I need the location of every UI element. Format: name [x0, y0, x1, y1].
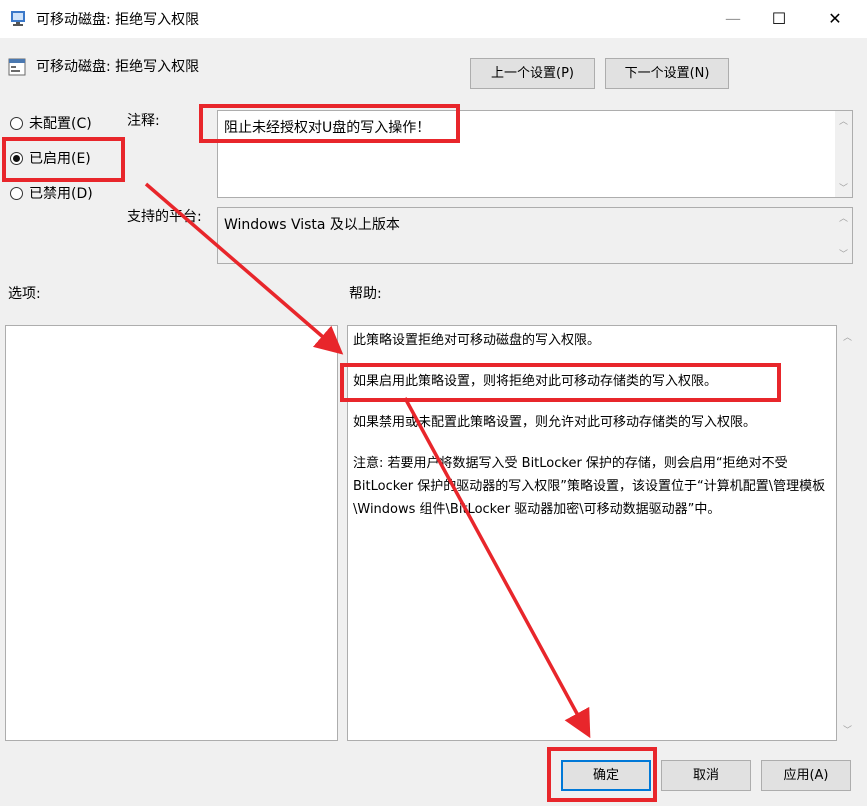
- platform-label: 支持的平台:: [127, 209, 202, 225]
- highlight-box-ok: [547, 747, 657, 802]
- policy-window-icon: [11, 11, 25, 26]
- platform-scrollbar[interactable]: ︿ ﹀: [835, 208, 852, 263]
- options-panel: [5, 325, 338, 741]
- apply-button[interactable]: 应用(A): [761, 760, 851, 791]
- policy-title: 可移动磁盘: 拒绝写入权限: [36, 59, 200, 75]
- previous-setting-button[interactable]: 上一个设置(P): [470, 58, 595, 89]
- highlight-box-comment: [199, 104, 460, 143]
- radio-disabled-label: 已禁用(D): [29, 186, 93, 202]
- cancel-button[interactable]: 取消: [661, 760, 751, 791]
- maximize-button[interactable]: ☐: [756, 0, 802, 38]
- radio-disabled[interactable]: 已禁用(D): [10, 183, 93, 205]
- scroll-up-arrow-icon[interactable]: ︿: [839, 330, 856, 343]
- platform-field: Windows Vista 及以上版本 ︿ ﹀: [217, 207, 853, 264]
- highlight-box-help-line: [340, 363, 781, 402]
- policy-setting-icon: [8, 58, 26, 76]
- comment-label: 注释:: [127, 113, 160, 129]
- help-text: 此策略设置拒绝对可移动磁盘的写入权限。 如果启用此策略设置，则将拒绝对此可移动存…: [353, 329, 831, 539]
- radio-not-configured-label: 未配置(C): [29, 116, 92, 132]
- scroll-up-arrow-icon[interactable]: ︿: [835, 114, 852, 127]
- scroll-down-arrow-icon[interactable]: ﹀: [835, 247, 852, 260]
- minimize-button[interactable]: —: [710, 0, 756, 38]
- close-button[interactable]: ✕: [812, 0, 858, 38]
- help-paragraph: 如果禁用或未配置此策略设置，则允许对此可移动存储类的写入权限。: [353, 415, 757, 430]
- scroll-down-arrow-icon[interactable]: ﹀: [839, 723, 856, 736]
- window-title: 可移动磁盘: 拒绝写入权限: [36, 12, 200, 28]
- comment-scrollbar[interactable]: ︿ ﹀: [835, 111, 852, 197]
- next-setting-button[interactable]: 下一个设置(N): [605, 58, 729, 89]
- options-label: 选项:: [8, 286, 41, 302]
- help-label: 帮助:: [349, 286, 382, 302]
- radio-indicator[interactable]: [10, 117, 23, 130]
- scroll-down-arrow-icon[interactable]: ﹀: [835, 181, 852, 194]
- help-paragraph: 注意: 若要用户将数据写入受 BitLocker 保护的存储，则会启用“拒绝对不…: [353, 456, 826, 517]
- scroll-up-arrow-icon[interactable]: ︿: [835, 211, 852, 224]
- radio-not-configured[interactable]: 未配置(C): [10, 113, 92, 135]
- help-scrollbar[interactable]: ︿ ﹀: [839, 325, 856, 741]
- help-paragraph: 此策略设置拒绝对可移动磁盘的写入权限。: [353, 333, 601, 348]
- platform-text: Windows Vista 及以上版本: [224, 217, 400, 233]
- radio-indicator[interactable]: [10, 187, 23, 200]
- highlight-box-enabled: [2, 137, 125, 182]
